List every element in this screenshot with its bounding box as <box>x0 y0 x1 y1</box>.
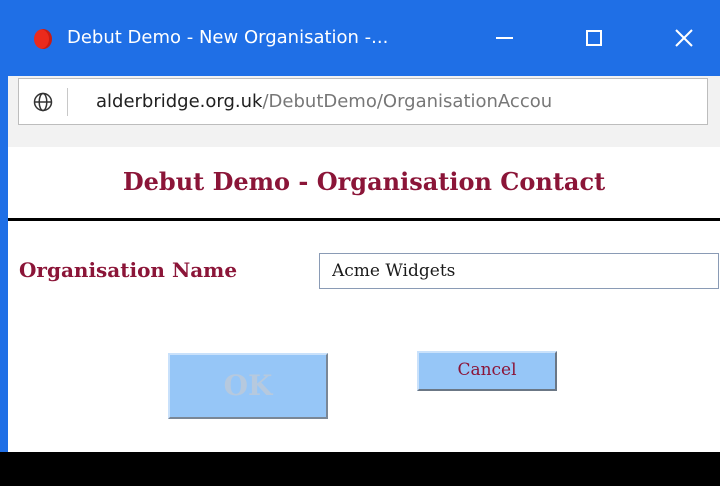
minimize-icon <box>495 37 513 39</box>
bottom-bar <box>0 452 720 486</box>
title-bar: Debut Demo - New Organisation -... <box>0 0 720 76</box>
url-path: /DebutDemo/OrganisationAccou <box>262 91 553 112</box>
url-text: alderbridge.org.uk/DebutDemo/Organisatio… <box>96 88 552 116</box>
close-button[interactable] <box>656 16 712 60</box>
url-field[interactable]: alderbridge.org.uk/DebutDemo/Organisatio… <box>18 78 708 125</box>
maximize-button[interactable] <box>566 16 622 60</box>
organisation-name-input[interactable] <box>319 253 719 289</box>
window-title: Debut Demo - New Organisation -... <box>67 27 389 48</box>
minimize-button[interactable] <box>476 16 532 60</box>
window-border <box>0 76 8 486</box>
organisation-name-label: Organisation Name <box>19 258 238 282</box>
globe-icon <box>33 92 53 112</box>
page-title: Debut Demo - Organisation Contact <box>122 167 606 196</box>
opera-icon <box>34 29 52 49</box>
url-domain: alderbridge.org.uk <box>96 91 263 112</box>
close-icon <box>675 29 693 47</box>
ok-button[interactable]: OK <box>168 353 328 419</box>
maximize-icon <box>586 30 602 46</box>
heading-divider <box>8 218 720 221</box>
url-divider <box>67 88 68 116</box>
cancel-button[interactable]: Cancel <box>417 351 557 391</box>
